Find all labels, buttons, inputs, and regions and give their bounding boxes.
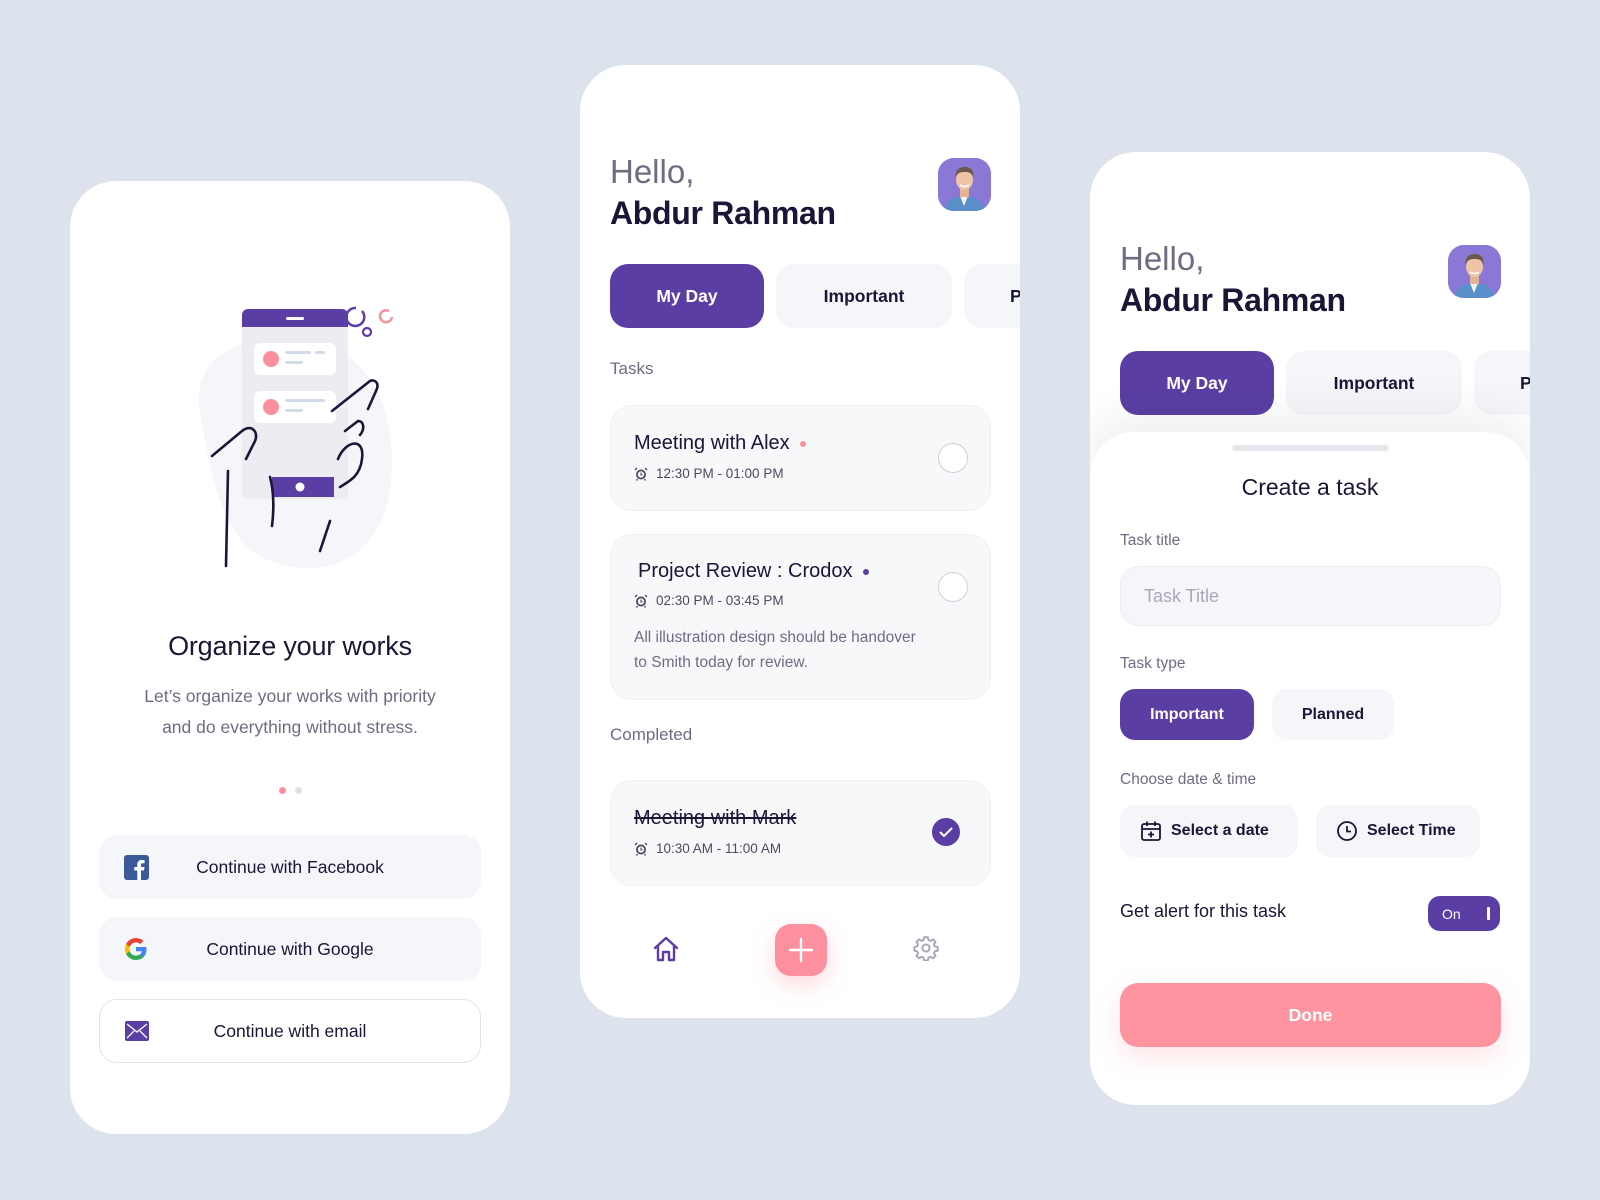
gear-icon xyxy=(913,936,939,962)
alarm-clock-icon xyxy=(634,842,648,856)
facebook-button-label: Continue with Facebook xyxy=(196,856,384,877)
subtitle-line-1: Let’s organize your works with priority xyxy=(144,686,436,706)
create-task-sheet: Create a task Task title Task type Impor… xyxy=(1090,432,1530,1105)
task-checkbox-checked[interactable] xyxy=(932,818,960,846)
completed-section-label: Completed xyxy=(610,725,693,744)
task-type-options: Important Planned xyxy=(1120,689,1394,740)
greeting: Hello, xyxy=(1120,240,1205,277)
task-card[interactable]: Project Review : Crodox 02:30 PM - 03:45… xyxy=(610,534,991,700)
select-date-button[interactable]: Select a date xyxy=(1120,805,1298,857)
sheet-drag-handle[interactable] xyxy=(1232,445,1389,451)
task-title: Meeting with Alex xyxy=(634,432,806,455)
checkmark-icon xyxy=(939,827,953,837)
alert-label: Get alert for this task xyxy=(1120,901,1287,921)
pagination-dot-2[interactable] xyxy=(294,787,302,794)
task-description-line-1: All illustration design should be handov… xyxy=(634,629,916,646)
continue-with-email-button[interactable]: Continue with email xyxy=(99,999,481,1063)
tab-my-day[interactable]: My Day xyxy=(610,264,764,328)
priority-dot xyxy=(799,440,806,447)
datetime-options: Select a date Select Time xyxy=(1120,805,1480,857)
alert-toggle-label: On xyxy=(1442,905,1461,922)
onboarding-screen: Organize your works Let’s organize your … xyxy=(70,181,510,1134)
task-description: All illustration design should be handov… xyxy=(634,625,950,675)
task-type-planned[interactable]: Planned xyxy=(1272,689,1394,740)
onboarding-subtitle: Let’s organize your works with priority … xyxy=(110,681,470,743)
add-task-button[interactable] xyxy=(775,924,827,976)
home-nav-button[interactable] xyxy=(652,935,682,965)
task-title-text: Meeting with Alex xyxy=(634,432,790,454)
task-time: 12:30 PM - 01:00 PM xyxy=(634,466,784,481)
subtitle-line-2: and do everything without stress. xyxy=(162,717,418,737)
user-photo-icon xyxy=(938,158,991,211)
task-list-screen: Hello, Abdur Rahman My Day Important P T… xyxy=(580,65,1020,1018)
task-title: Meeting with Mark xyxy=(634,807,797,829)
select-time-label: Select Time xyxy=(1367,822,1456,839)
datetime-label: Choose date & time xyxy=(1120,771,1257,788)
tab-important[interactable]: Important xyxy=(776,264,952,328)
avatar[interactable] xyxy=(938,158,991,211)
tab-my-day[interactable]: My Day xyxy=(1120,351,1274,415)
user-name: Abdur Rahman xyxy=(610,195,836,231)
task-time-text: 12:30 PM - 01:00 PM xyxy=(656,466,784,481)
toggle-knob xyxy=(1487,907,1490,920)
google-icon xyxy=(123,936,149,962)
pagination-dot-1[interactable] xyxy=(278,787,286,794)
task-time-text: 10:30 AM - 11:00 AM xyxy=(656,841,782,856)
task-time-text: 02:30 PM - 03:45 PM xyxy=(656,593,784,608)
settings-nav-button[interactable] xyxy=(913,935,943,965)
facebook-icon xyxy=(123,854,149,880)
task-checkbox[interactable] xyxy=(938,443,968,473)
continue-with-facebook-button[interactable]: Continue with Facebook xyxy=(99,835,481,899)
task-title-label: Task title xyxy=(1120,532,1181,549)
completed-task-card[interactable]: Meeting with Mark 10:30 AM - 11:00 AM xyxy=(610,780,991,886)
alarm-clock-icon xyxy=(634,594,648,608)
calendar-icon xyxy=(1141,821,1161,841)
select-time-button[interactable]: Select Time xyxy=(1316,805,1480,857)
greeting: Hello, xyxy=(610,153,695,190)
continue-with-google-button[interactable]: Continue with Google xyxy=(99,917,481,981)
task-type-important[interactable]: Important xyxy=(1120,689,1254,740)
avatar[interactable] xyxy=(1448,245,1501,298)
done-button[interactable]: Done xyxy=(1120,983,1501,1047)
task-checkbox[interactable] xyxy=(938,572,968,602)
email-button-label: Continue with email xyxy=(213,1020,367,1041)
tasks-section-label: Tasks xyxy=(610,359,654,378)
task-time: 02:30 PM - 03:45 PM xyxy=(634,593,784,608)
alert-toggle[interactable]: On xyxy=(1428,896,1500,931)
user-photo-icon xyxy=(1448,245,1501,298)
email-icon xyxy=(124,1018,150,1044)
task-type-label: Task type xyxy=(1120,655,1186,672)
task-card[interactable]: Meeting with Alex 12:30 PM - 01:00 PM xyxy=(610,405,991,511)
task-description-line-2: to Smith today for review. xyxy=(634,654,809,671)
task-title-text: Project Review : Crodox xyxy=(638,560,853,582)
phone-in-hand-illustration xyxy=(198,306,394,569)
priority-dot xyxy=(862,568,869,575)
task-title: Project Review : Crodox xyxy=(638,560,869,583)
home-icon xyxy=(653,936,679,962)
filter-tabs: My Day Important P xyxy=(1120,351,1530,415)
tab-planned[interactable]: P xyxy=(964,264,1020,328)
create-task-screen: Hello, Abdur Rahman My Day Important P C… xyxy=(1090,152,1530,1105)
onboarding-title: Organize your works xyxy=(168,631,412,661)
select-date-label: Select a date xyxy=(1171,822,1269,839)
bottom-navigation xyxy=(580,920,1020,980)
filter-tabs: My Day Important P xyxy=(610,264,1020,328)
tab-important[interactable]: Important xyxy=(1286,351,1462,415)
tab-planned[interactable]: P xyxy=(1474,351,1530,415)
clock-icon xyxy=(1337,821,1357,841)
alarm-clock-icon xyxy=(634,467,648,481)
google-button-label: Continue with Google xyxy=(206,938,374,959)
user-name: Abdur Rahman xyxy=(1120,282,1346,318)
plus-icon xyxy=(788,937,814,963)
task-time: 10:30 AM - 11:00 AM xyxy=(634,841,781,856)
sheet-title: Create a task xyxy=(1241,474,1379,500)
task-title-input[interactable] xyxy=(1120,566,1501,626)
pagination-dots xyxy=(70,787,510,794)
